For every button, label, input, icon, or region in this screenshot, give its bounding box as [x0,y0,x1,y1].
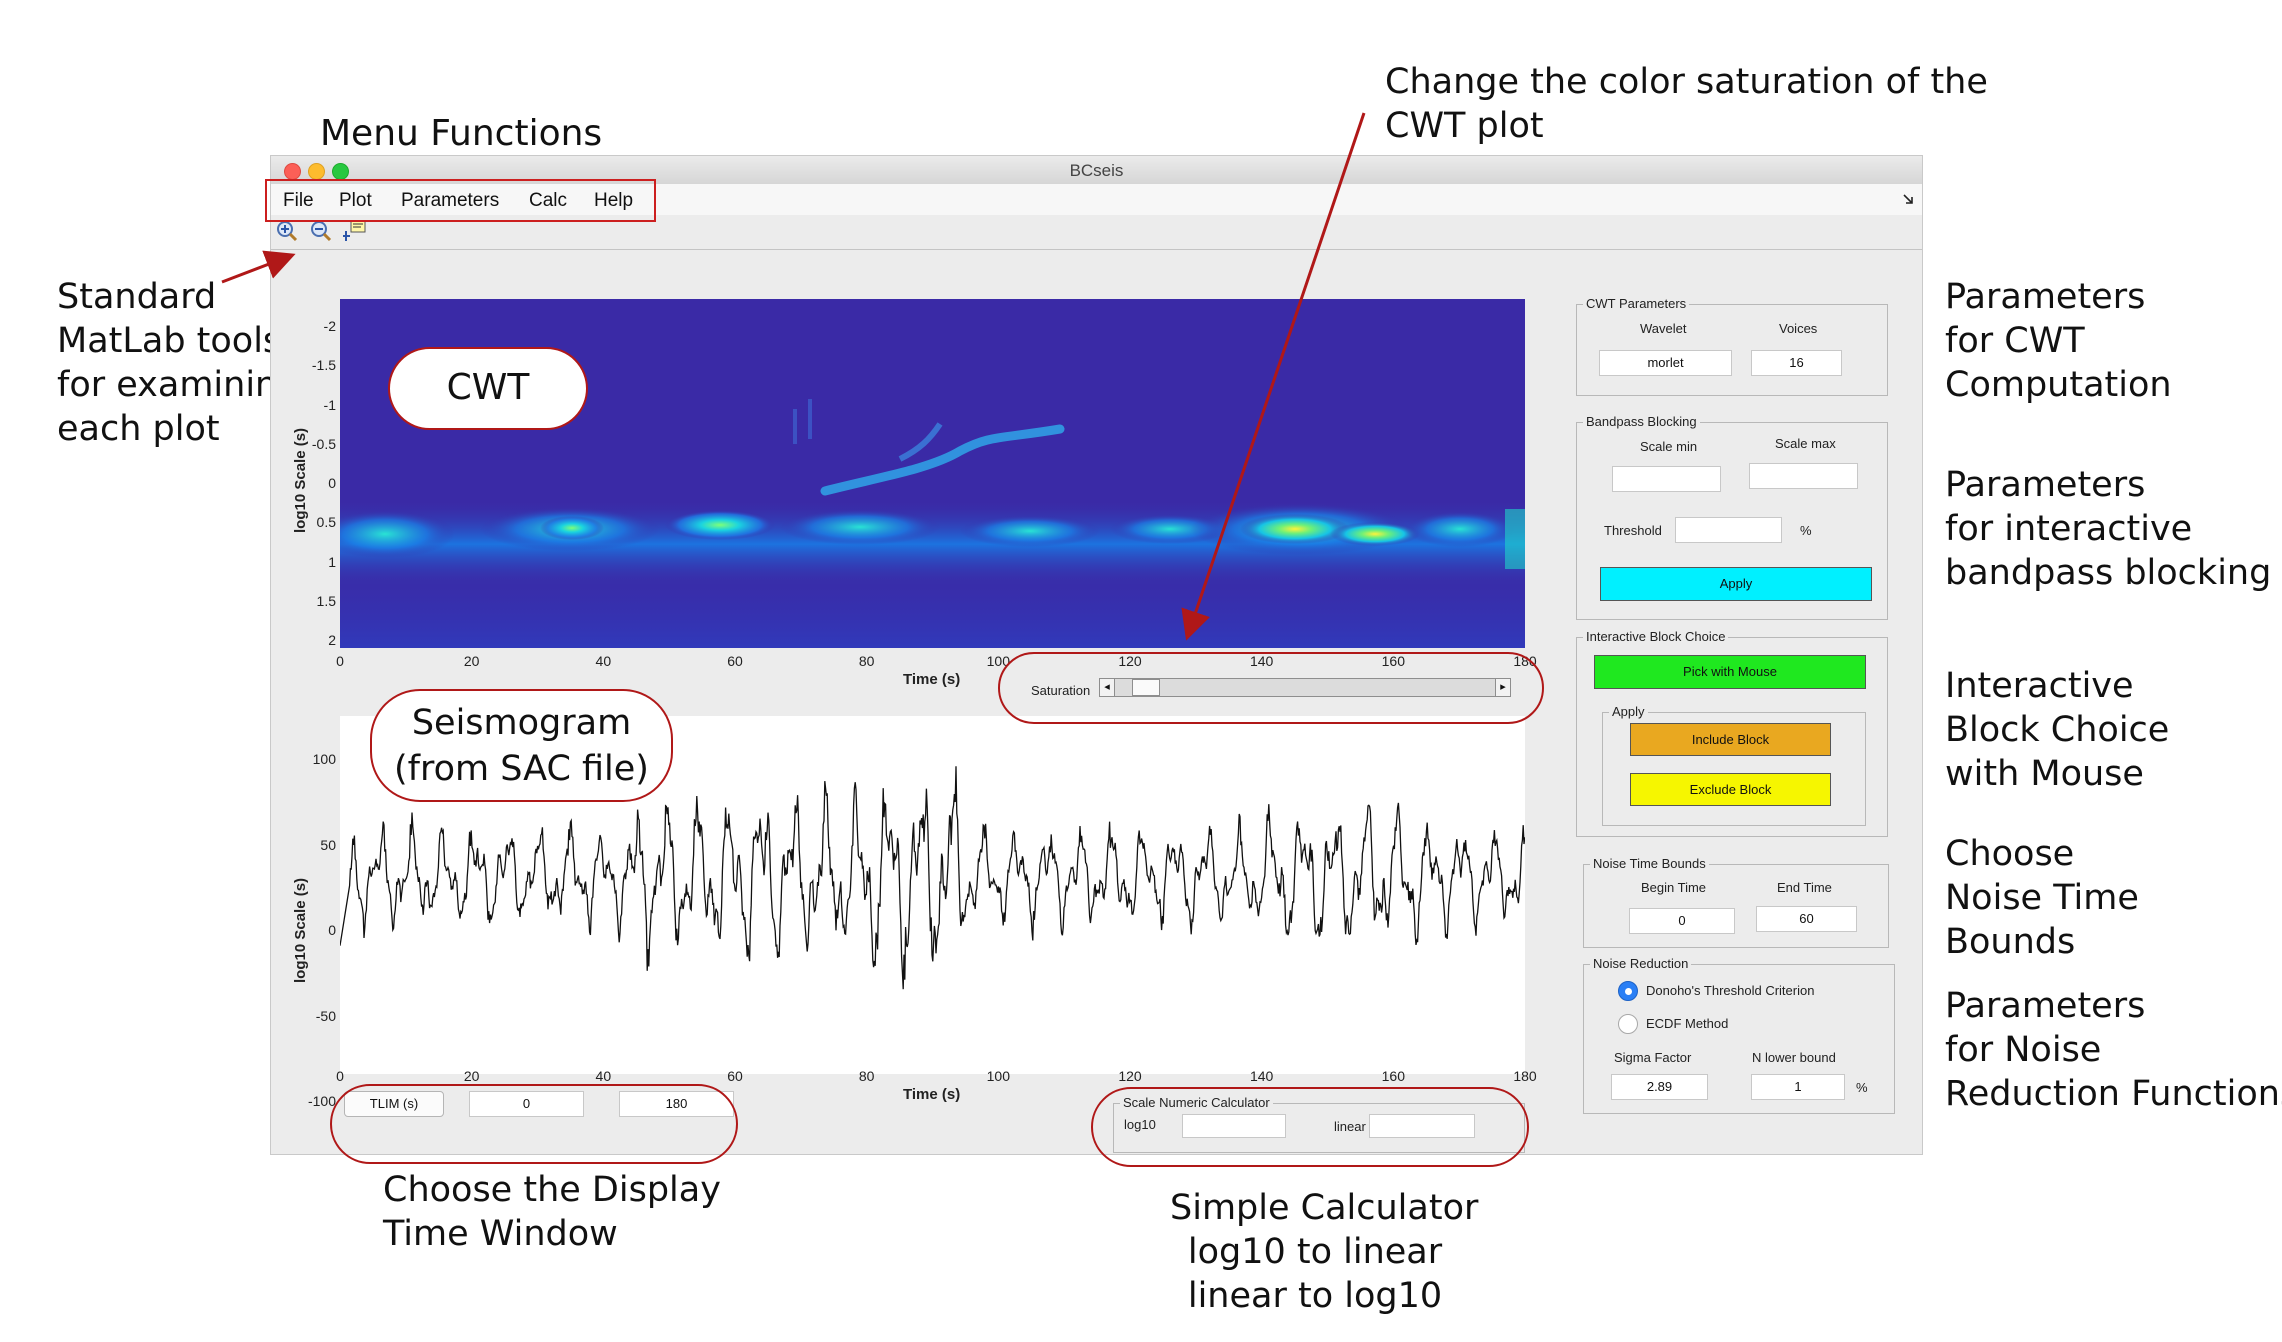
arrow-to-saturation [1181,112,1366,641]
annotation-arrows [221,112,1366,641]
arrow-to-toolbar [221,250,296,284]
